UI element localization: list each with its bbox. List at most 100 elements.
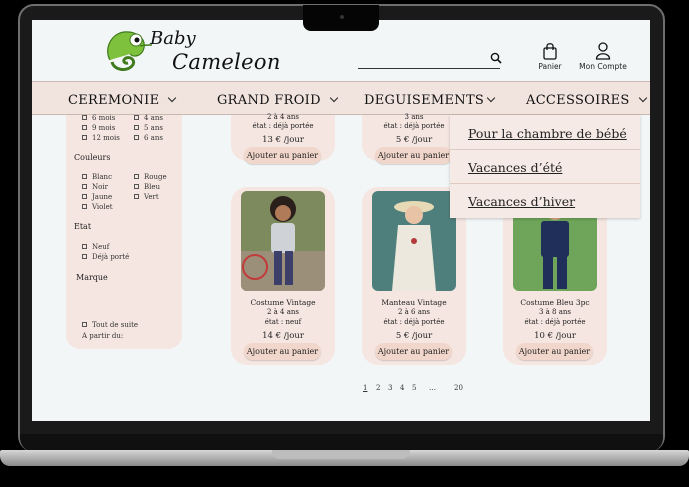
cart-button[interactable]: Panier: [532, 42, 568, 71]
checkbox[interactable]: [134, 125, 139, 130]
brand-line1: Baby: [150, 28, 196, 49]
nav-grand-froid[interactable]: GRAND FROID: [217, 93, 339, 108]
nav-deguisements[interactable]: DEGUISEMENTS: [364, 93, 496, 108]
page-link[interactable]: 2: [376, 384, 380, 392]
product-state: état : neuf: [264, 318, 302, 326]
filter-label: Jaune: [92, 193, 113, 201]
nav-label: CEREMONIE: [68, 93, 160, 108]
filter-color-noir[interactable]: Noir: [82, 183, 108, 191]
filter-label: Violet: [92, 203, 113, 211]
nav-ceremonie[interactable]: CEREMONIE: [68, 93, 177, 108]
chameleon-logo[interactable]: [92, 24, 152, 74]
brand-line2: Cameleon: [172, 50, 281, 74]
checkbox[interactable]: [134, 115, 139, 120]
checkbox[interactable]: [82, 194, 87, 199]
checkbox[interactable]: [134, 174, 139, 179]
add-to-cart-button[interactable]: Ajouter au panier: [244, 343, 321, 360]
dropdown-item-hiver[interactable]: Vacances d’hiver: [468, 194, 575, 209]
dropdown-item-ete[interactable]: Vacances d’été: [468, 160, 562, 175]
search-input[interactable]: [358, 68, 500, 69]
checkbox[interactable]: [82, 174, 87, 179]
dropdown-item-chambre[interactable]: Pour la chambre de bébé: [468, 126, 627, 141]
checkbox[interactable]: [82, 204, 87, 209]
account-label: Mon Compte: [579, 62, 627, 71]
add-to-cart-button[interactable]: Ajouter au panier: [375, 343, 452, 360]
filter-color-blanc[interactable]: Blanc: [82, 173, 112, 181]
product-price: 10 € /jour: [534, 331, 576, 341]
page-link[interactable]: 20: [454, 384, 463, 392]
filter-color-jaune[interactable]: Jaune: [82, 193, 112, 201]
page-ellipsis: …: [429, 384, 436, 392]
nav-label: GRAND FROID: [217, 93, 321, 108]
colors-title: Couleurs: [74, 153, 111, 162]
filter-label: 6 ans: [144, 134, 163, 142]
page-link-current[interactable]: 1: [363, 384, 367, 392]
checkbox[interactable]: [82, 322, 87, 327]
product-state: état : déjà portée: [383, 318, 445, 326]
filter-color-rouge[interactable]: Rouge: [134, 173, 167, 181]
checkbox[interactable]: [134, 184, 139, 189]
checkbox[interactable]: [82, 244, 87, 249]
product-age: 2 à 4 ans: [266, 113, 300, 121]
checkbox[interactable]: [82, 184, 87, 189]
checkbox[interactable]: [134, 135, 139, 140]
product-name[interactable]: Costume Bleu 3pc: [503, 298, 607, 307]
filter-state-neuf[interactable]: Neuf: [82, 243, 109, 251]
filter-label: 12 mois: [92, 134, 120, 142]
user-icon: [595, 42, 611, 60]
cart-label: Panier: [538, 62, 562, 71]
filter-color-bleu[interactable]: Bleu: [134, 183, 160, 191]
search-icon[interactable]: [490, 52, 502, 64]
checkbox[interactable]: [82, 115, 87, 120]
filter-size-5y[interactable]: 5 ans: [134, 124, 163, 132]
chevron-down-icon: [329, 93, 339, 103]
filter-size-6y[interactable]: 6 ans: [134, 134, 163, 142]
chevron-down-icon: [486, 93, 496, 103]
nav-label: DEGUISEMENTS: [364, 93, 485, 108]
filter-available-now[interactable]: Tout de suite: [82, 321, 138, 329]
accessoires-dropdown: Pour la chambre de bébé Vacances d’été V…: [450, 115, 640, 218]
nav-accessoires[interactable]: ACCESSOIRES: [526, 93, 647, 108]
camera-icon: [340, 15, 344, 19]
filter-state-porte[interactable]: Déjà porté: [82, 253, 129, 261]
chevron-down-icon: [168, 93, 177, 103]
filter-label: Neuf: [92, 243, 110, 251]
add-to-cart-button[interactable]: Ajouter au panier: [375, 147, 452, 164]
filter-size-9m[interactable]: 9 mois: [82, 124, 115, 132]
checkbox[interactable]: [82, 125, 87, 130]
website-screen: Baby Cameleon Panier Mon Compte CEREMONI…: [32, 20, 650, 421]
product-price: 13 € /jour: [262, 135, 304, 145]
product-photo[interactable]: [241, 191, 325, 291]
product-card: Costume Vintage 2 à 4 ans état : neuf 14…: [231, 187, 335, 365]
product-age: 2 à 4 ans: [266, 308, 300, 316]
checkbox[interactable]: [134, 194, 139, 199]
main-nav: CEREMONIE GRAND FROID DEGUISEMENTS ACCES…: [32, 81, 650, 115]
filter-size-12m[interactable]: 12 mois: [82, 134, 120, 142]
product-name[interactable]: Manteau Vintage: [362, 298, 466, 307]
divider: [450, 149, 640, 150]
filter-size-4y[interactable]: 4 ans: [134, 114, 163, 122]
product-photo[interactable]: [372, 191, 456, 291]
product-age: 2 à 6 ans: [397, 308, 431, 316]
page-link[interactable]: 3: [388, 384, 392, 392]
product-name[interactable]: Costume Vintage: [231, 298, 335, 307]
filter-size-6m[interactable]: 6 mois: [82, 114, 115, 122]
add-to-cart-button[interactable]: Ajouter au panier: [244, 147, 321, 164]
page-link[interactable]: 5: [412, 384, 416, 392]
checkbox[interactable]: [82, 254, 87, 259]
filter-sidebar: 6 mois 4 ans 9 mois 5 ans 12 mois 6 ans …: [66, 114, 182, 349]
checkbox[interactable]: [82, 135, 87, 140]
filter-from-date[interactable]: A partir du:: [82, 332, 123, 340]
filter-label: Vert: [144, 193, 159, 201]
filter-label: Noir: [92, 183, 108, 191]
product-state: état : déjà portée: [252, 122, 314, 130]
camera-notch: [303, 5, 379, 31]
filter-color-violet[interactable]: Violet: [82, 203, 113, 211]
filter-label: 6 mois: [92, 114, 116, 122]
filter-color-vert[interactable]: Vert: [134, 193, 159, 201]
laptop-groove: [272, 450, 410, 459]
laptop-frame: Baby Cameleon Panier Mon Compte CEREMONI…: [0, 0, 689, 487]
account-button[interactable]: Mon Compte: [576, 42, 630, 71]
page-link[interactable]: 4: [400, 384, 404, 392]
add-to-cart-button[interactable]: Ajouter au panier: [516, 343, 593, 360]
